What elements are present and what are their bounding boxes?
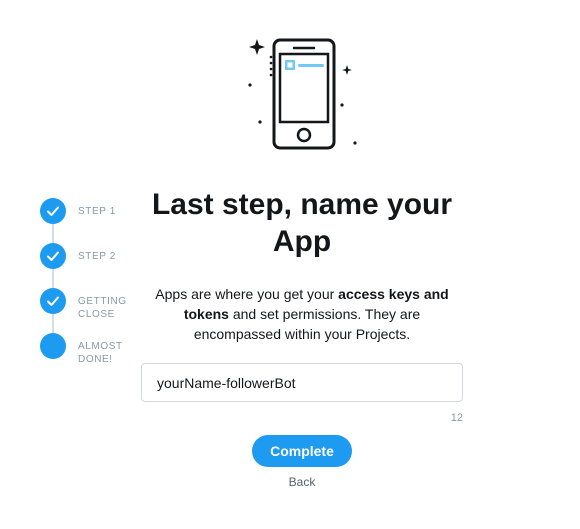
checkmark-icon [40,198,66,224]
step-label: Getting close [78,296,127,320]
step-label: Step 1 [78,206,116,217]
step-item-2: Step 2 [40,243,140,273]
sparkle-icon [342,65,352,75]
sparkle-icon [249,39,265,55]
app-name-input[interactable] [141,363,463,402]
back-link[interactable]: Back [262,475,342,489]
description: Apps are where you get your access keys … [140,284,464,344]
phone-illustration [248,38,357,150]
step-connector-line [52,212,54,344]
step-item-4: Almost done! [40,333,140,365]
step-label: Step 2 [78,251,116,262]
description-text: Apps are where you get your [155,286,339,302]
step-item-3: Getting close [40,288,140,320]
checkmark-icon [40,243,66,269]
progress-stepper: Step 1 Step 2 Getting close Almost done! [40,198,140,378]
step-label: Almost done! [78,341,123,365]
current-step-indicator [40,333,66,359]
page-title: Last step, name your App [151,188,453,258]
checkmark-icon [40,288,66,314]
complete-button[interactable]: Complete [252,435,352,467]
character-count: 12 [450,412,463,424]
step-item-1: Step 1 [40,198,140,228]
